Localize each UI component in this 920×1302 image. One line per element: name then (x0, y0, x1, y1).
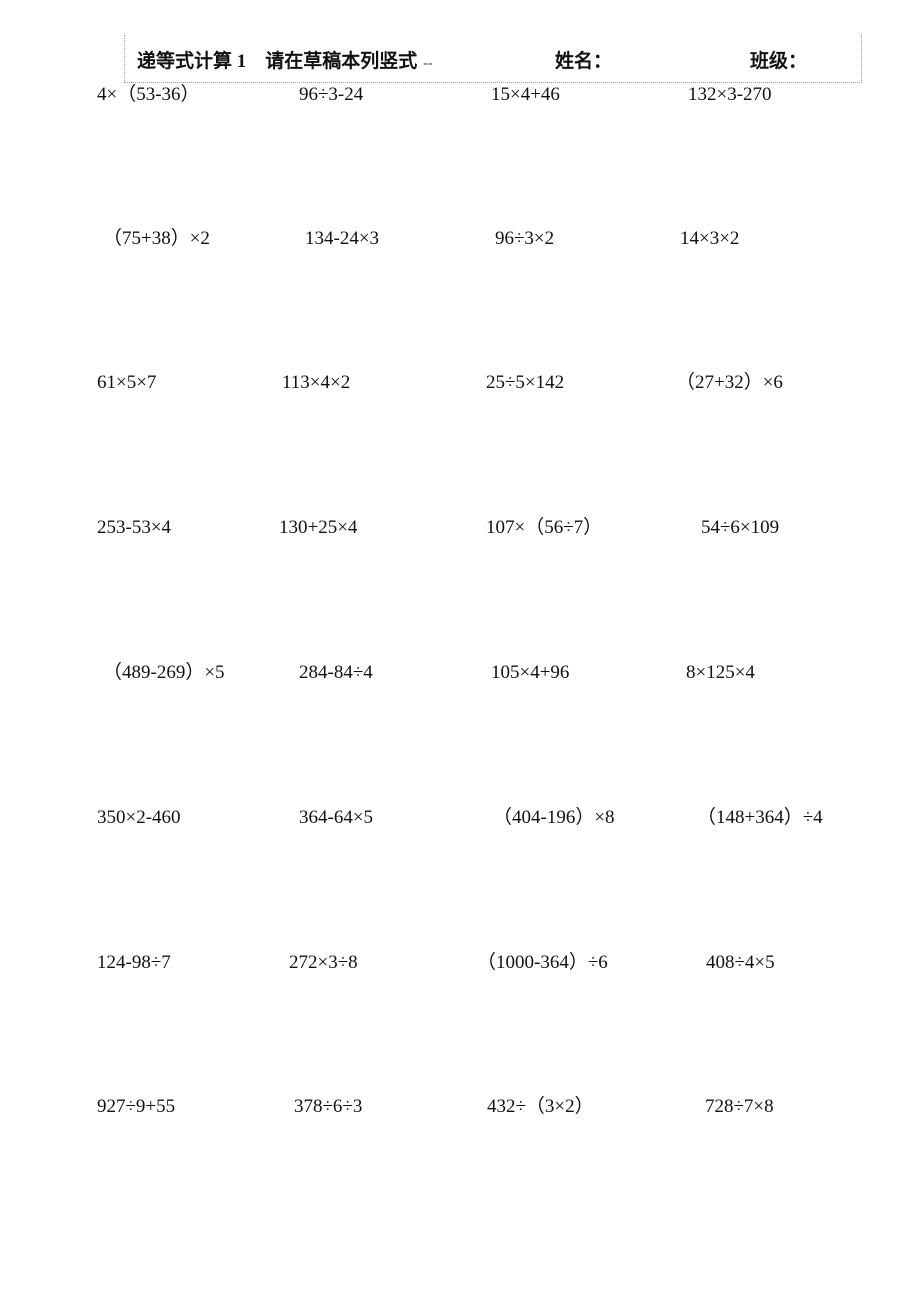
problem: 61×5×7 (97, 372, 157, 393)
problem: 378÷6÷3 (294, 1096, 363, 1117)
problem: （489-269）×5 (103, 662, 225, 683)
problem: 105×4+96 (491, 662, 570, 683)
name-label: 姓名： (555, 51, 613, 72)
problem: 4×（53-36） (97, 84, 200, 105)
problem: 15×4+46 (491, 84, 560, 105)
title-text: 递等式计算 1 请在草稿本列竖式 (137, 51, 418, 72)
problem: 350×2-460 (97, 807, 181, 828)
problem: （75+38）×2 (103, 228, 210, 249)
problem: 8×125×4 (686, 662, 755, 683)
problem: 130+25×4 (279, 517, 358, 538)
problem: 284-84÷4 (299, 662, 373, 683)
problem: 408÷4×5 (706, 952, 775, 973)
problem: （148+364）÷4 (697, 807, 823, 828)
title-dash: -- (423, 56, 433, 71)
problem: 927÷9+55 (97, 1096, 176, 1117)
problem: （1000-364）÷6 (477, 952, 608, 973)
problem: 113×4×2 (282, 372, 351, 393)
problem: 728÷7×8 (705, 1096, 774, 1117)
problem: 132×3-270 (688, 84, 772, 105)
problem: 25÷5×142 (486, 372, 565, 393)
problem: 272×3÷8 (289, 952, 358, 973)
problem: 253-53×4 (97, 517, 172, 538)
problem: （27+32）×6 (676, 372, 783, 393)
class-label: 班级： (750, 51, 808, 72)
problem: 54÷6×109 (701, 517, 780, 538)
problem: （404-196）×8 (493, 807, 615, 828)
problem: 134-24×3 (305, 228, 380, 249)
problem: 96÷3-24 (299, 84, 364, 105)
problem: 96÷3×2 (495, 228, 555, 249)
problem: 107×（56÷7） (486, 517, 603, 538)
problem: 432÷（3×2） (487, 1096, 594, 1117)
worksheet-title: 递等式计算 1 请在草稿本列竖式 -- (137, 50, 433, 76)
problem: 124-98÷7 (97, 952, 171, 973)
problem: 14×3×2 (680, 228, 740, 249)
problem: 364-64×5 (299, 807, 374, 828)
